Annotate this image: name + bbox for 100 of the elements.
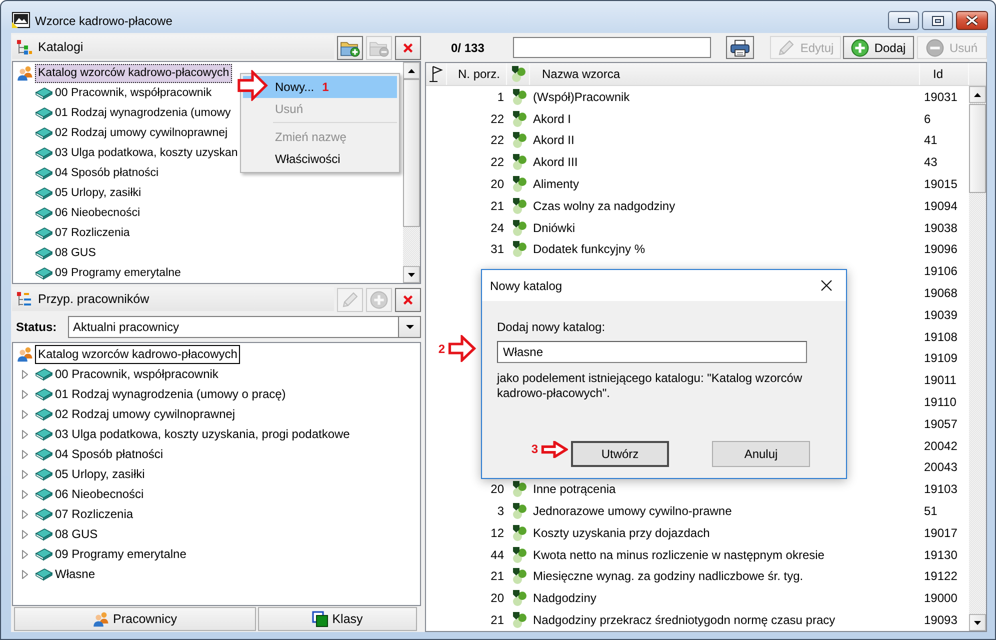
table-cell: 19103	[924, 482, 958, 496]
tree-item[interactable]: 01 Rodzaj wynagrodzenia (umowy o pracę)	[53, 384, 288, 404]
table-cell: Akord III	[533, 155, 578, 170]
tree-item[interactable]: 02 Rodzaj umowy cywilnoprawnej	[53, 404, 238, 424]
close-button[interactable]	[956, 11, 988, 30]
table-cell: Dniówki	[533, 220, 576, 235]
plus-icon	[370, 291, 388, 309]
table-cell: 19015	[924, 177, 958, 192]
delete-button[interactable]	[395, 36, 421, 60]
tree-item[interactable]: 04 Sposób płatności	[53, 444, 166, 464]
scroll-up-button[interactable]	[969, 86, 986, 103]
column-header[interactable]: Nazwa wzorca	[530, 63, 920, 85]
book-icon	[35, 226, 53, 240]
tree-item[interactable]: 08 GUS	[53, 524, 100, 544]
table-cell: 19000	[924, 591, 958, 606]
tree-item[interactable]: Katalog wzorców kadrowo-płacowych	[35, 344, 240, 364]
scrollbar-thumb[interactable]	[969, 104, 986, 193]
expand-icon[interactable]	[22, 430, 28, 438]
expand-icon[interactable]	[22, 490, 28, 498]
table-cell: 22	[490, 133, 504, 148]
scrollbar[interactable]	[969, 86, 986, 631]
table-cell: 19096	[924, 242, 958, 256]
tree-item[interactable]: Katalog wzorców kadrowo-płacowych	[35, 64, 232, 82]
clover-icon	[510, 131, 526, 150]
table-cell: 31	[490, 242, 504, 256]
dialog-button[interactable]: Anuluj	[712, 441, 810, 467]
expand-icon[interactable]	[22, 410, 28, 418]
table-cell: 19122	[924, 569, 958, 584]
menu-item[interactable]: Nowy... 1	[243, 76, 397, 98]
tree-item[interactable]: 00 Pracownik, współpracownik	[53, 84, 214, 102]
book-icon	[35, 467, 53, 481]
flag-icon	[429, 65, 443, 83]
hierarchy-icon	[16, 39, 32, 55]
dialog-button[interactable]: Utwórz	[571, 441, 669, 467]
employees-button[interactable]: Pracownicy	[14, 607, 256, 631]
clover-icon	[510, 502, 526, 520]
tree-item[interactable]: 09 Programy emerytalne	[53, 264, 183, 282]
expand-icon[interactable]	[22, 510, 28, 518]
tree-item[interactable]: 03 Ulga podatkowa, koszty uzyskania, progi podatkowe	[53, 424, 352, 444]
input-field[interactable]	[513, 37, 711, 58]
column-header[interactable]: Id	[920, 63, 969, 85]
tree-item[interactable]: 05 Urlopy, zasiłki	[53, 464, 147, 484]
tree-item[interactable]: 02 Rodzaj umowy cywilnoprawnej	[53, 124, 230, 142]
new-folder-button[interactable]	[337, 36, 363, 60]
input-field[interactable]: Własne	[497, 341, 807, 363]
expand-icon[interactable]	[22, 370, 28, 378]
scroll-up-button[interactable]	[403, 62, 420, 79]
column-header[interactable]: N. porz.	[447, 63, 507, 85]
table-cell: 21	[490, 613, 504, 628]
menu-item[interactable]: Właściwości	[243, 148, 397, 170]
minimize-button[interactable]	[888, 11, 919, 30]
book-icon	[35, 527, 53, 541]
classes-button[interactable]: Klasy	[258, 607, 417, 631]
folder-minus-icon	[369, 39, 389, 57]
table-cell: 19108	[924, 330, 958, 344]
window-title: Wzorce kadrowo-płacowe	[35, 14, 172, 28]
tree-item[interactable]: 06 Nieobecności	[53, 484, 146, 504]
tree-item[interactable]: 04 Sposób płatności	[53, 164, 161, 182]
book-icon	[35, 427, 53, 441]
delete-button[interactable]	[395, 288, 421, 312]
table-cell: 19094	[924, 198, 958, 213]
maximize-button[interactable]	[922, 11, 953, 30]
book-icon	[35, 547, 53, 561]
tree-item[interactable]: 03 Ulga podatkowa, koszty uzyskan	[53, 144, 240, 162]
tree-item[interactable]: 07 Rozliczenia	[53, 504, 136, 524]
expand-icon[interactable]	[22, 390, 28, 398]
table-cell: 3	[497, 504, 504, 518]
tree-item[interactable]: Własne	[53, 564, 98, 584]
print-button[interactable]	[726, 36, 754, 59]
expand-icon[interactable]	[22, 470, 28, 478]
expand-icon[interactable]	[22, 550, 28, 558]
tree-item[interactable]: 06 Nieobecności	[53, 204, 142, 222]
scroll-down-button[interactable]	[969, 614, 986, 631]
tree-item[interactable]: 07 Rozliczenia	[53, 224, 132, 242]
tree-item[interactable]: 01 Rodzaj wynagrodzenia (umowy	[53, 104, 233, 122]
expand-icon[interactable]	[22, 450, 28, 458]
book-icon	[35, 407, 53, 421]
delete-icon	[403, 295, 413, 305]
scrollbar-thumb[interactable]	[403, 79, 420, 227]
pointer-arrow-icon	[541, 441, 568, 458]
table-cell: 21	[490, 198, 504, 213]
close-icon	[821, 280, 832, 291]
table-cell: 19057	[924, 416, 958, 431]
clover-icon	[510, 110, 526, 128]
expand-icon[interactable]	[22, 530, 28, 538]
add-button[interactable]: Dodaj	[843, 36, 914, 59]
delete-icon	[403, 43, 413, 53]
close-button[interactable]	[821, 280, 832, 291]
tree-item[interactable]: 08 GUS	[53, 244, 98, 262]
tree-item[interactable]: 09 Programy emerytalne	[53, 544, 188, 564]
clover-icon	[510, 175, 526, 194]
clover-icon	[510, 153, 526, 172]
printer-icon	[730, 38, 750, 56]
tree-item[interactable]: 00 Pracownik, współpracownik	[53, 364, 220, 384]
scrollbar[interactable]	[403, 62, 420, 283]
expand-icon[interactable]	[22, 570, 28, 578]
scroll-down-button[interactable]	[403, 266, 420, 283]
status-dropdown[interactable]: Aktualni pracownicy	[68, 316, 421, 338]
clover-icon	[510, 567, 526, 586]
tree-item[interactable]: 05 Urlopy, zasiłki	[53, 184, 144, 202]
